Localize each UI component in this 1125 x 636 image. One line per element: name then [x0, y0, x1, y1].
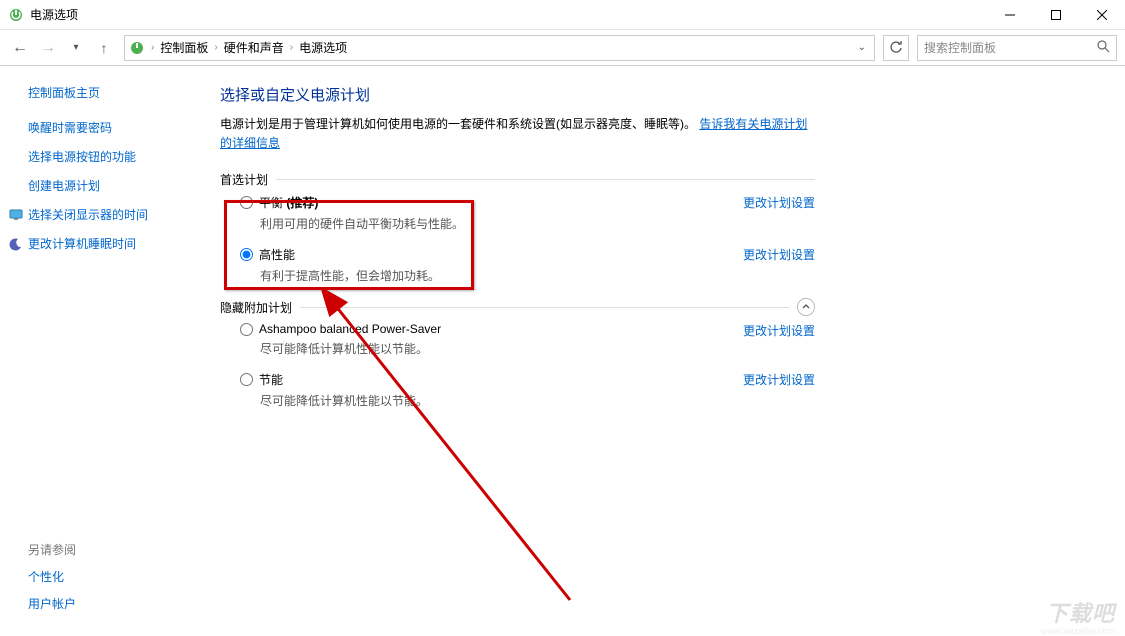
breadcrumb-item[interactable]: 硬件和声音 [220, 39, 288, 56]
sidebar-link-label: 创建电源计划 [28, 177, 100, 194]
page-heading: 选择或自定义电源计划 [220, 84, 815, 105]
change-plan-settings-link[interactable]: 更改计划设置 [743, 246, 815, 263]
change-plan-settings-link[interactable]: 更改计划设置 [743, 322, 815, 339]
window-controls [987, 0, 1125, 30]
plan-name-text: 平衡 [259, 196, 283, 210]
search-input[interactable] [924, 41, 1097, 55]
refresh-button[interactable] [883, 35, 909, 61]
section-title: 首选计划 [220, 171, 268, 188]
sidebar-link-label: 唤醒时需要密码 [28, 119, 112, 136]
see-also-user-accounts[interactable]: 用户帐户 [28, 595, 198, 612]
plan-radio[interactable] [240, 373, 253, 386]
moon-icon [8, 236, 24, 252]
page-description: 电源计划是用于管理计算机如何使用电源的一套硬件和系统设置(如显示器亮度、睡眠等)… [220, 115, 815, 153]
plan-description: 利用可用的硬件自动平衡功耗与性能。 [260, 215, 815, 232]
up-button[interactable]: ↑ [92, 36, 116, 60]
sidebar-link-label: 更改计算机睡眠时间 [28, 235, 136, 252]
chevron-icon[interactable]: › [212, 42, 219, 53]
plan-high-performance: 高性能 更改计划设置 有利于提高性能，但会增加功耗。 [240, 246, 815, 284]
plan-ashampoo: Ashampoo balanced Power-Saver 更改计划设置 尽可能… [240, 322, 815, 357]
sidebar-link-label: 选择关闭显示器的时间 [28, 206, 148, 223]
plan-description: 尽可能降低计算机性能以节能。 [260, 340, 815, 357]
plan-description: 有利于提高性能，但会增加功耗。 [260, 267, 815, 284]
sidebar-link-power-button[interactable]: 选择电源按钮的功能 [28, 148, 198, 165]
plan-radio[interactable] [240, 196, 253, 209]
sidebar-link-label: 选择电源按钮的功能 [28, 148, 136, 165]
plan-name[interactable]: 高性能 [259, 246, 295, 263]
window-title: 电源选项 [30, 6, 78, 23]
plan-power-saver: 节能 更改计划设置 尽可能降低计算机性能以节能。 [240, 371, 815, 409]
see-also-heading: 另请参阅 [28, 541, 198, 558]
search-icon[interactable] [1097, 40, 1110, 56]
minimize-button[interactable] [987, 0, 1033, 30]
plan-name[interactable]: Ashampoo balanced Power-Saver [259, 322, 441, 336]
chevron-icon[interactable]: › [288, 42, 295, 53]
hidden-plans-header: 隐藏附加计划 [220, 298, 815, 316]
collapse-toggle[interactable] [797, 298, 815, 316]
plan-description: 尽可能降低计算机性能以节能。 [260, 392, 815, 409]
breadcrumb-item[interactable]: 电源选项 [295, 39, 351, 56]
plan-name[interactable]: 平衡 (推荐) [259, 194, 318, 211]
main-content: 选择或自定义电源计划 电源计划是用于管理计算机如何使用电源的一套硬件和系统设置(… [210, 66, 1125, 634]
address-dropdown[interactable]: ⌄ [854, 42, 870, 53]
breadcrumb-item[interactable]: 控制面板 [156, 39, 212, 56]
titlebar: 电源选项 [0, 0, 1125, 30]
plan-name-text: 高性能 [259, 248, 295, 262]
divider [276, 179, 815, 180]
forward-button[interactable]: → [36, 36, 60, 60]
search-box[interactable] [917, 35, 1117, 61]
navbar: ← → ▾ ↑ › 控制面板 › 硬件和声音 › 电源选项 ⌄ [0, 30, 1125, 66]
sidebar: 控制面板主页 唤醒时需要密码 选择电源按钮的功能 创建电源计划 选择关闭显示器的… [0, 66, 210, 634]
power-options-icon [129, 40, 145, 56]
chevron-icon[interactable]: › [149, 42, 156, 53]
close-button[interactable] [1079, 0, 1125, 30]
desc-text: 电源计划是用于管理计算机如何使用电源的一套硬件和系统设置(如显示器亮度、睡眠等)… [220, 117, 696, 131]
see-also-personalization[interactable]: 个性化 [28, 568, 198, 585]
monitor-icon [8, 207, 24, 223]
sidebar-home-link[interactable]: 控制面板主页 [28, 84, 198, 101]
section-title: 隐藏附加计划 [220, 299, 292, 316]
recent-dropdown[interactable]: ▾ [64, 36, 88, 60]
plan-recommended-label: (推荐) [286, 196, 318, 210]
maximize-button[interactable] [1033, 0, 1079, 30]
breadcrumb[interactable]: › 控制面板 › 硬件和声音 › 电源选项 ⌄ [124, 35, 875, 61]
change-plan-settings-link[interactable]: 更改计划设置 [743, 194, 815, 211]
plan-name[interactable]: 节能 [259, 371, 283, 388]
plan-radio[interactable] [240, 248, 253, 261]
preferred-plans-header: 首选计划 [220, 171, 815, 188]
sidebar-link-display-off[interactable]: 选择关闭显示器的时间 [28, 206, 198, 223]
back-button[interactable]: ← [8, 36, 32, 60]
plan-balanced: 平衡 (推荐) 更改计划设置 利用可用的硬件自动平衡功耗与性能。 [240, 194, 815, 232]
power-options-icon [8, 7, 24, 23]
sidebar-link-create-plan[interactable]: 创建电源计划 [28, 177, 198, 194]
sidebar-link-sleep-time[interactable]: 更改计算机睡眠时间 [28, 235, 198, 252]
plan-radio[interactable] [240, 323, 253, 336]
change-plan-settings-link[interactable]: 更改计划设置 [743, 371, 815, 388]
sidebar-link-wake-password[interactable]: 唤醒时需要密码 [28, 119, 198, 136]
divider [300, 307, 789, 308]
